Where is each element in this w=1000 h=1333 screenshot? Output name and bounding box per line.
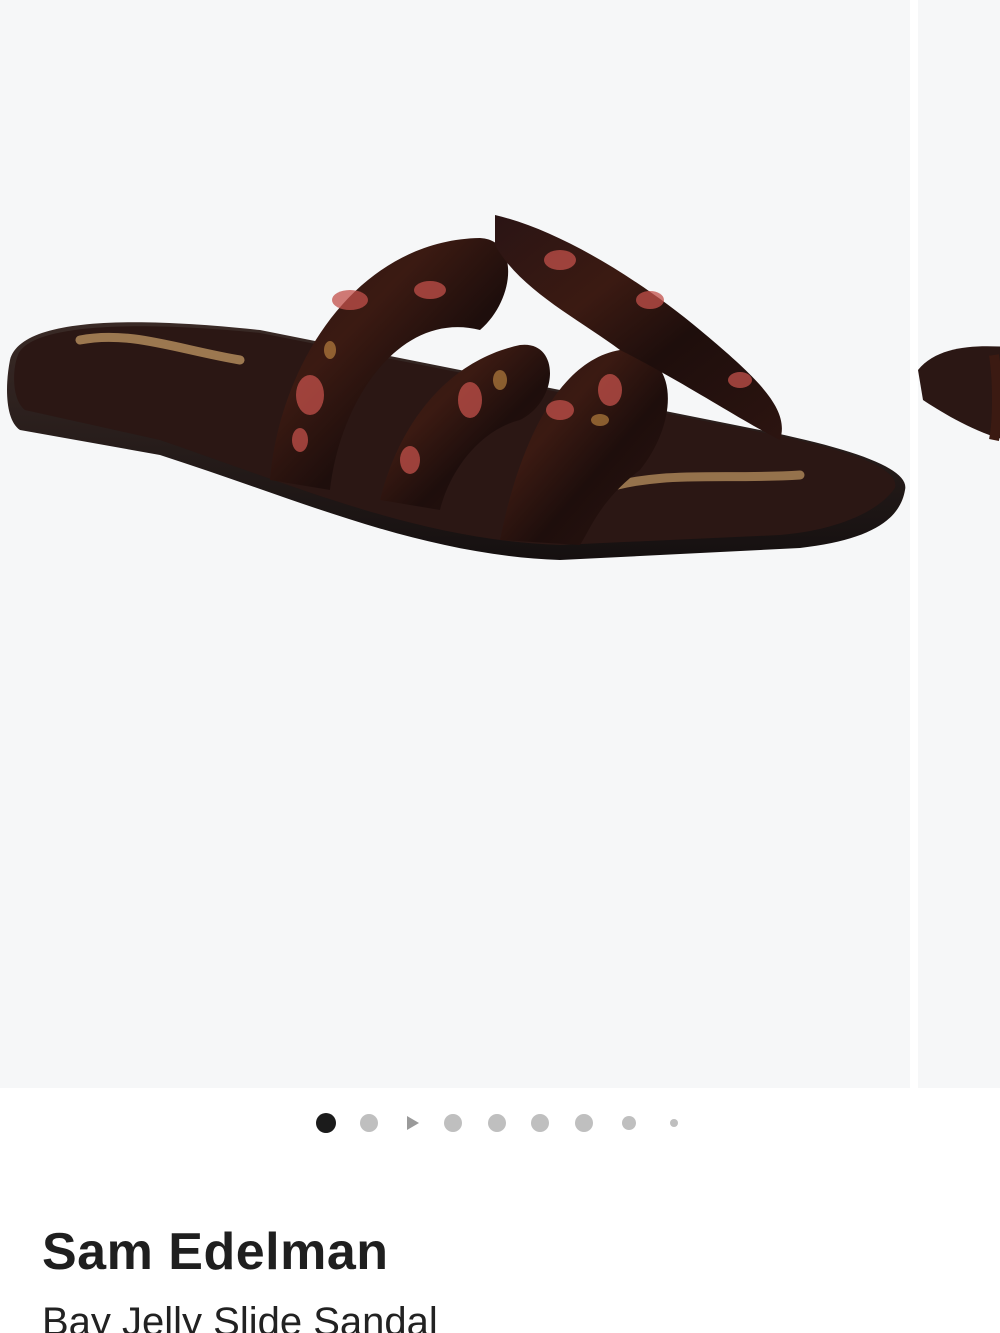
brand-name[interactable]: Sam Edelman	[42, 1222, 389, 1282]
carousel-dot-1[interactable]	[316, 1113, 336, 1133]
next-product-image	[918, 346, 1000, 441]
carousel-indicators	[0, 1105, 1000, 1141]
carousel-dot-2[interactable]	[360, 1114, 378, 1132]
product-image	[7, 215, 906, 560]
carousel-dot-4[interactable]	[444, 1114, 462, 1132]
carousel-dot-7[interactable]	[575, 1114, 593, 1132]
next-image-slide-peek[interactable]	[918, 0, 1000, 1088]
product-image-slide[interactable]	[0, 0, 910, 1088]
image-carousel[interactable]	[0, 0, 1000, 1088]
carousel-dot-9[interactable]	[670, 1119, 678, 1127]
carousel-dot-8[interactable]	[622, 1116, 636, 1130]
carousel-dot-6[interactable]	[531, 1114, 549, 1132]
play-icon[interactable]	[407, 1116, 419, 1130]
product-page: Sam Edelman Bay Jelly Slide Sandal	[0, 0, 1000, 1333]
product-title: Bay Jelly Slide Sandal	[42, 1300, 438, 1333]
carousel-dot-5[interactable]	[488, 1114, 506, 1132]
